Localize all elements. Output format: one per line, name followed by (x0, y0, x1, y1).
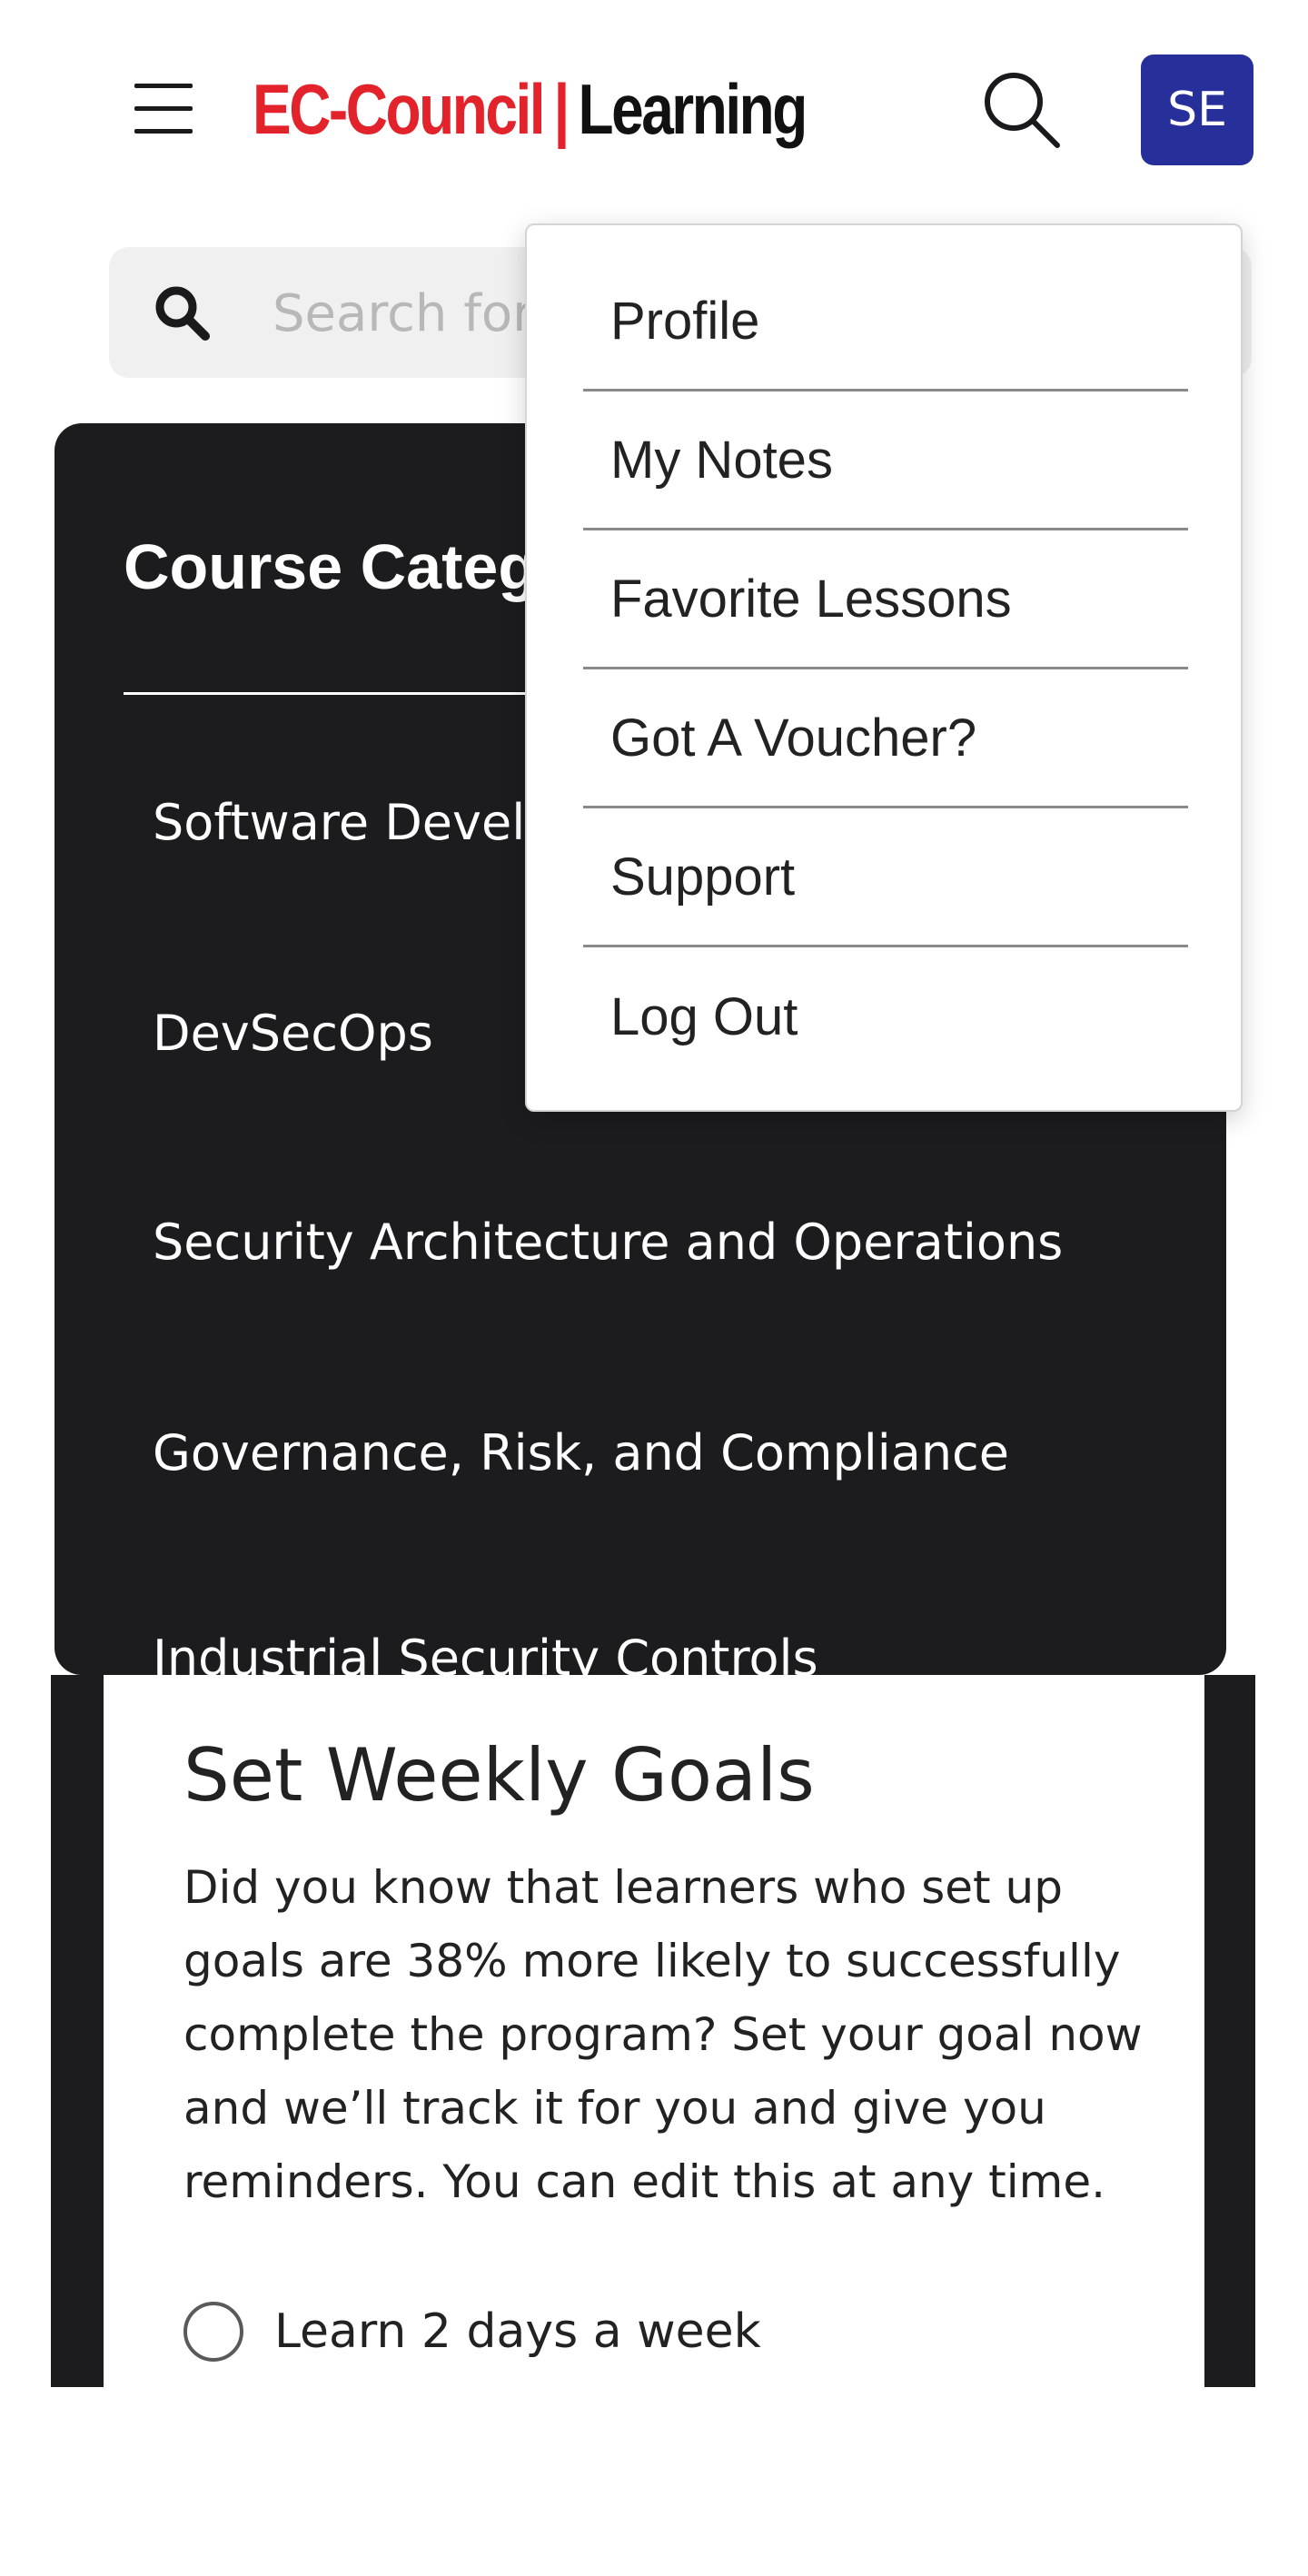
hamburger-menu-icon[interactable] (134, 84, 194, 134)
menu-item-my-notes[interactable]: My Notes (583, 391, 1188, 530)
menu-item-favorite-lessons[interactable]: Favorite Lessons (583, 530, 1188, 669)
search-icon[interactable] (977, 65, 1065, 153)
weekly-goals-card: Set Weekly Goals Did you know that learn… (104, 1675, 1204, 2387)
weekly-goals-description: Did you know that learners who set up go… (183, 1861, 1143, 2208)
menu-item-log-out[interactable]: Log Out (583, 947, 1188, 1086)
category-item-security-architecture[interactable]: Security Architecture and Operations (153, 1214, 1063, 1271)
logo-separator: | (553, 68, 570, 149)
category-item-devsecops[interactable]: DevSecOps (153, 1005, 433, 1062)
user-avatar-button[interactable]: SE (1141, 54, 1254, 165)
menu-item-profile[interactable]: Profile (583, 253, 1188, 391)
goal-option-label: Learn 2 days a week (274, 2304, 761, 2359)
logo-brand-text: EC-Council (253, 68, 546, 149)
weekly-goals-title: Set Weekly Goals (183, 1733, 815, 1818)
page: EC-Council | Learning SE Course Categori… (0, 0, 1308, 2576)
category-item-governance-risk-compliance[interactable]: Governance, Risk, and Compliance (153, 1424, 1009, 1481)
search-magnifier-icon (153, 283, 211, 342)
top-header: EC-Council | Learning SE (0, 0, 1308, 209)
ec-council-learning-logo[interactable]: EC-Council | Learning (253, 64, 808, 154)
goal-option-2-days[interactable]: Learn 2 days a week (183, 2302, 761, 2362)
goal-radio-button[interactable] (183, 2302, 243, 2362)
menu-item-got-a-voucher[interactable]: Got A Voucher? (583, 669, 1188, 808)
logo-product-text: Learning (578, 68, 808, 149)
category-item-industrial-security-controls[interactable]: Industrial Security Controls (153, 1630, 818, 1675)
menu-item-support[interactable]: Support (583, 808, 1188, 947)
profile-dropdown-menu: Profile My Notes Favorite Lessons Got A … (525, 223, 1243, 1112)
